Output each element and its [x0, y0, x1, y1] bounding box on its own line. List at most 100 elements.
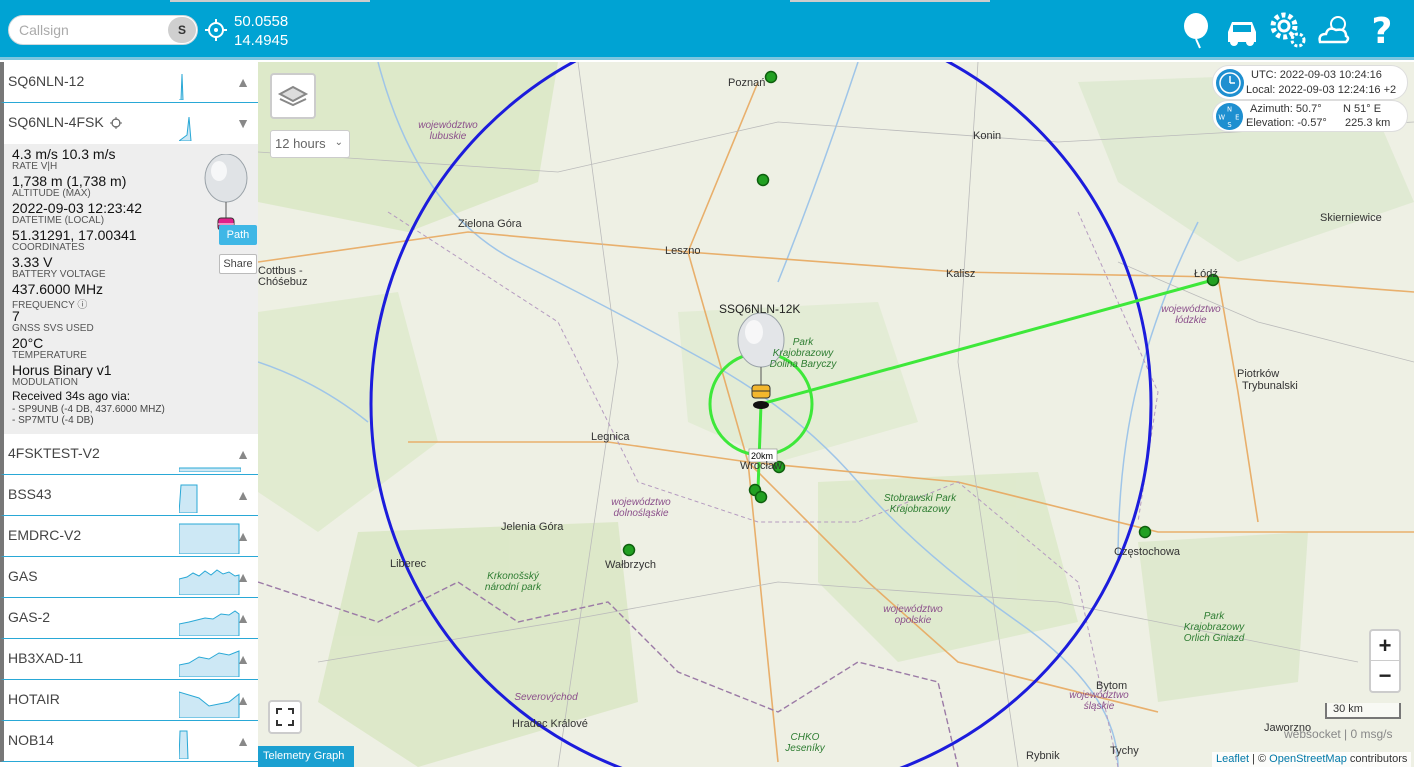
attribution: Leaflet | © OpenStreetMap contributors	[1212, 752, 1412, 767]
balloon-icon	[202, 153, 250, 234]
chevron-down-icon: ⌄	[334, 137, 343, 148]
sparkline	[179, 610, 240, 636]
park-label: Krkonošský národní park	[484, 571, 542, 593]
payload-row[interactable]: SQ6NLN-12 ▲	[0, 62, 258, 103]
balloon-icon[interactable]	[1178, 10, 1218, 50]
zoom-in-button[interactable]: +	[1371, 631, 1399, 661]
bearing-info-box: N S W E Azimuth: 50.7° N 51° E Elevation…	[1212, 100, 1408, 132]
payload-row[interactable]: EMDRC-V2 ▲	[0, 516, 258, 557]
city-label: Hradec Králové	[512, 718, 588, 730]
svg-text:N: N	[1227, 106, 1232, 114]
payload-label: SQ6NLN-4FSK	[8, 114, 104, 130]
help-icon[interactable]: ?	[1362, 10, 1402, 50]
expand-chevron-icon[interactable]: ▲	[236, 651, 250, 667]
sparkline	[179, 484, 198, 513]
payload-row[interactable]: BSS43 ▲	[0, 475, 258, 516]
field-value: 4.3 m/s 10.3 m/s	[12, 146, 116, 162]
svg-text:E: E	[1235, 113, 1239, 121]
expand-chevron-icon[interactable]: ▲	[236, 569, 250, 585]
expand-chevron-icon[interactable]: ▲	[236, 487, 250, 503]
fullscreen-icon	[276, 708, 294, 726]
utc-time: UTC: 2022-09-03 10:24:16	[1251, 69, 1382, 81]
field-value: 20°C	[12, 335, 44, 351]
gear-icon[interactable]	[1268, 10, 1308, 50]
expand-chevron-icon[interactable]: ▲	[236, 610, 250, 626]
payload-row[interactable]: 4FSKTEST-V2 ▲	[0, 434, 258, 475]
path-button[interactable]: Path	[219, 225, 257, 245]
payload-label: 4FSKTEST-V2	[8, 445, 100, 461]
clock-icon	[1216, 69, 1244, 97]
payload-row[interactable]: HB3XAD-11 ▲	[0, 639, 258, 680]
region-label: Severovýchod	[514, 692, 578, 703]
city-label: Legnica	[591, 431, 630, 443]
city-label: Jelenia Góra	[501, 521, 564, 533]
sparkline	[179, 569, 240, 595]
region-label: województwo łódzkie	[1161, 304, 1221, 326]
expand-chevron-icon[interactable]: ▲	[236, 692, 250, 708]
payload-label: GAS	[8, 568, 38, 584]
payload-row[interactable]: GAS ▲	[0, 557, 258, 598]
field-key: COORDINATES	[12, 242, 85, 253]
field-value: 3.33 V	[12, 254, 53, 270]
city-label: Chóśebuz	[258, 276, 308, 288]
city-label: Piotrków	[1237, 368, 1280, 380]
field-key: TEMPERATURE	[12, 350, 87, 361]
payload-label: BSS43	[8, 486, 52, 502]
telemetry-graph-button[interactable]: Telemetry Graph	[258, 746, 354, 767]
car-icon[interactable]	[1222, 10, 1262, 50]
field-value: 2022-09-03 12:23:42	[12, 200, 142, 216]
map-base	[258, 62, 1414, 767]
search-button[interactable]: S	[168, 17, 196, 43]
fullscreen-button[interactable]	[268, 700, 302, 734]
park-label: Stobrawski Park Krajobrazowy	[883, 493, 957, 515]
payload-map-label: SSQ6NLN-12K	[719, 302, 801, 316]
receiver-item: - SP7MTU (-4 DB)	[12, 415, 94, 426]
bearing: N 51° E	[1343, 103, 1382, 115]
time-range-select[interactable]: 12 hours ⌄	[270, 130, 350, 158]
svg-text:W: W	[1218, 113, 1225, 121]
leaflet-link[interactable]: Leaflet	[1216, 753, 1249, 765]
expand-chevron-icon[interactable]: ▲	[236, 733, 250, 749]
city-label: Trybunalski	[1242, 380, 1298, 392]
expand-chevron-icon[interactable]: ▲	[236, 446, 250, 462]
field-key: DATETIME (LOCAL)	[12, 215, 105, 226]
callsign-search: S	[8, 15, 198, 45]
field-key: ALTITUDE (MAX)	[12, 188, 91, 199]
sparkline	[179, 73, 184, 100]
position-readout: 50.0558 14.4945	[234, 12, 288, 50]
map[interactable]: Poznań Konin Zielona Góra Leszno Kalisz Skier…	[258, 62, 1414, 767]
payload-label: HB3XAD-11	[8, 650, 84, 666]
sparkline	[179, 730, 189, 759]
payload-row[interactable]: HOTAIR ▲	[0, 680, 258, 721]
payload-row[interactable]: GAS-2 ▲	[0, 598, 258, 639]
target-icon[interactable]	[110, 117, 122, 129]
latitude: 50.0558	[234, 13, 289, 30]
city-label: Liberec	[390, 558, 427, 570]
payload-row-expanded[interactable]: SQ6NLN-4FSK ▼	[0, 103, 258, 144]
expand-chevron-icon[interactable]: ▲	[236, 74, 250, 90]
sparkline	[179, 116, 192, 141]
sparkline	[179, 523, 240, 554]
collapse-chevron-icon[interactable]: ▼	[236, 115, 250, 131]
field-value: 51.31291, 17.00341	[12, 227, 137, 243]
sparkline	[179, 467, 241, 472]
app-root: S 50.0558 14.4945	[0, 0, 1414, 767]
longitude: 14.4945	[234, 32, 289, 49]
top-strip	[170, 0, 370, 2]
payload-label: HOTAIR	[8, 691, 60, 707]
callsign-input[interactable]	[19, 21, 169, 39]
field-value: 1,738 m (1,738 m)	[12, 173, 127, 189]
park-label: Park Krajobrazowy Orlich Gniazd	[1183, 611, 1245, 644]
field-key: MODULATION	[12, 377, 78, 388]
zoom-out-button[interactable]: −	[1371, 661, 1399, 691]
radius-label: 20km	[751, 451, 774, 461]
weather-icon[interactable]	[1314, 10, 1354, 50]
payload-row[interactable]: NOB14 ▲	[0, 721, 258, 762]
payload-label: EMDRC-V2	[8, 527, 82, 543]
layers-button[interactable]	[270, 73, 316, 119]
osm-link[interactable]: OpenStreetMap	[1269, 753, 1347, 765]
crosshair-icon[interactable]	[204, 18, 228, 42]
expand-chevron-icon[interactable]: ▲	[236, 528, 250, 544]
share-button[interactable]: Share	[219, 254, 257, 274]
city-label: Łódź	[1194, 268, 1218, 280]
